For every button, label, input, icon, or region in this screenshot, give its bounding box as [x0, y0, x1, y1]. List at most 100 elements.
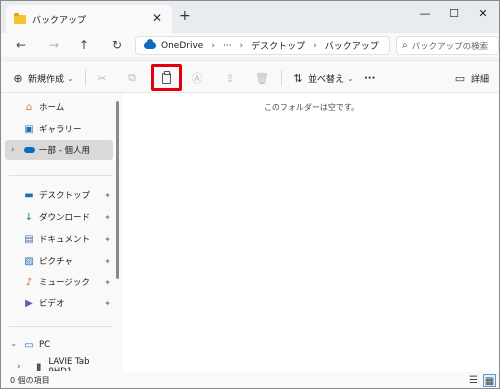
sidebar-item-onedrive-personal[interactable]: › 一部 - 個人用	[5, 140, 113, 160]
pin-icon: ✦	[104, 190, 111, 200]
copy-button[interactable]: ⧉	[125, 70, 139, 86]
share-button[interactable]: ⇪	[223, 70, 237, 86]
delete-button[interactable]: 🗑	[255, 70, 269, 86]
command-bar: ⊕ 新規作成 ⌄ ✂ ⧉ Ⓐ ⇪ 🗑 ⇅ 並べ替え ⌄ ··· ▭ 詳細	[1, 60, 499, 93]
new-button[interactable]: ⊕ 新規作成 ⌄	[11, 70, 74, 86]
breadcrumb-onedrive[interactable]: OneDrive	[161, 41, 203, 51]
sidebar-divider	[9, 175, 113, 176]
forward-button[interactable]: →	[46, 37, 62, 53]
pin-icon: ✦	[104, 298, 111, 308]
sidebar-item-label: ドキュメント	[39, 235, 91, 245]
sidebar-item-label: ギャラリー	[39, 125, 82, 135]
chevron-down-icon: ⌄	[347, 73, 354, 83]
gallery-icon: ▣	[24, 123, 34, 135]
chevron-right-icon[interactable]: ›	[11, 145, 15, 155]
file-explorer-window: バックアップ ✕ + — ☐ ✕ ← → ↑ ↻ OneDrive › ··· …	[0, 0, 500, 389]
pin-icon: ✦	[104, 277, 111, 287]
back-button[interactable]: ←	[13, 37, 29, 53]
music-icon: ♪	[25, 276, 33, 288]
sidebar-divider	[9, 326, 113, 327]
chevron-right-icon[interactable]: ›	[211, 41, 215, 51]
onedrive-icon	[23, 144, 35, 156]
sidebar-item-label: ホーム	[39, 103, 65, 113]
sidebar-item-label: ピクチャ	[39, 257, 73, 267]
pictures-icon: ▨	[24, 255, 34, 267]
details-view-button[interactable]: ☰	[467, 374, 480, 387]
chevron-down-icon[interactable]: ›	[8, 343, 18, 347]
pin-icon: ✦	[104, 256, 111, 266]
sidebar-item-videos[interactable]: ▶ ビデオ ✦	[5, 293, 113, 313]
sidebar-item-label: 一部 - 個人用	[39, 146, 90, 156]
details-label: 詳細	[471, 74, 490, 85]
title-bar: バックアップ ✕ + — ☐ ✕	[1, 1, 499, 33]
sidebar-item-label: ミュージック	[39, 278, 90, 288]
file-list-area[interactable]: このフォルダーは空です。	[122, 93, 499, 371]
tab-backup[interactable]: バックアップ ✕	[6, 5, 172, 33]
cut-button[interactable]: ✂	[95, 70, 109, 86]
sidebar-item-music[interactable]: ♪ ミュージック ✦	[5, 272, 113, 292]
toolbar-separator	[281, 70, 282, 86]
sidebar-item-downloads[interactable]: ↓ ダウンロード ✦	[5, 207, 113, 227]
sidebar-item-home[interactable]: ⌂ ホーム	[5, 97, 113, 117]
share-icon: ⇪	[225, 71, 235, 85]
refresh-button[interactable]: ↻	[109, 37, 125, 53]
address-bar[interactable]: OneDrive › ··· › デスクトップ › バックアップ	[135, 36, 390, 55]
trash-icon: 🗑	[255, 71, 269, 85]
plus-circle-icon: ⊕	[13, 71, 23, 85]
breadcrumb-overflow[interactable]: ···	[223, 41, 232, 51]
up-button[interactable]: ↑	[76, 37, 92, 53]
sort-label: 並べ替え	[308, 74, 345, 85]
search-icon: ⌕	[402, 40, 408, 51]
tab-label: バックアップ	[32, 15, 87, 26]
sidebar-item-label: ビデオ	[39, 299, 65, 309]
copy-icon: ⧉	[128, 71, 136, 84]
status-bar: 0 個の項目 ☰ ▦	[1, 371, 499, 388]
sidebar-item-label: ダウンロード	[39, 213, 91, 223]
scissors-icon: ✂	[97, 71, 107, 85]
more-options-button[interactable]: ···	[364, 70, 375, 86]
navigation-bar: ← → ↑ ↻ OneDrive › ··· › デスクトップ › バックアップ…	[1, 33, 499, 57]
sidebar-item-pictures[interactable]: ▨ ピクチャ ✦	[5, 251, 113, 271]
folder-icon	[14, 12, 26, 24]
new-tab-button[interactable]: +	[179, 9, 191, 23]
rename-button[interactable]: Ⓐ	[190, 70, 204, 86]
desktop-icon: ▬	[24, 189, 34, 201]
maximize-button[interactable]: ☐	[444, 6, 464, 22]
sort-button[interactable]: ⇅ 並べ替え ⌄	[291, 70, 354, 86]
toolbar-separator	[85, 70, 86, 86]
onedrive-icon	[144, 39, 156, 49]
sidebar-item-desktop[interactable]: ▬ デスクトップ ✦	[5, 185, 113, 205]
sidebar-item-label: デスクトップ	[39, 191, 91, 201]
details-button[interactable]: ▭ 詳細	[453, 70, 489, 86]
download-icon: ↓	[24, 211, 34, 223]
more-icon: ···	[364, 72, 376, 84]
pc-icon: ▭	[24, 339, 34, 351]
close-window-button[interactable]: ✕	[473, 6, 493, 22]
navigation-pane: ⌂ ホーム ▣ ギャラリー › 一部 - 個人用 ▬ デスクトップ ✦ ↓ ダウ…	[1, 93, 121, 377]
chevron-right-icon[interactable]: ›	[240, 41, 244, 51]
videos-icon: ▶	[25, 297, 33, 309]
sort-icon: ⇅	[293, 71, 303, 85]
documents-icon: ▤	[24, 233, 34, 245]
sidebar-item-label: PC	[39, 340, 51, 350]
search-input[interactable]: ⌕ バックアップの検索	[396, 36, 499, 55]
new-label: 新規作成	[28, 74, 65, 85]
sidebar-scrollbar[interactable]	[116, 101, 119, 279]
search-placeholder: バックアップの検索	[411, 41, 489, 52]
sidebar-item-gallery[interactable]: ▣ ギャラリー	[5, 119, 113, 139]
pin-icon: ✦	[104, 234, 111, 244]
tab-close-button[interactable]: ✕	[152, 12, 162, 24]
item-count: 0 個の項目	[10, 376, 50, 385]
sidebar-item-pc[interactable]: › ▭ PC	[5, 335, 113, 355]
breadcrumb-desktop[interactable]: デスクトップ	[251, 39, 305, 52]
empty-folder-message: このフォルダーは空です。	[263, 103, 360, 112]
breadcrumb-backup[interactable]: バックアップ	[325, 39, 379, 52]
chevron-right-icon[interactable]: ›	[313, 41, 317, 51]
minimize-button[interactable]: —	[415, 6, 435, 22]
tiles-view-button[interactable]: ▦	[483, 374, 496, 387]
rename-icon: Ⓐ	[191, 72, 203, 85]
sidebar-item-documents[interactable]: ▤ ドキュメント ✦	[5, 229, 113, 249]
paste-highlight-box	[151, 64, 182, 91]
details-pane-icon: ▭	[454, 71, 466, 85]
chevron-down-icon: ⌄	[67, 73, 74, 83]
